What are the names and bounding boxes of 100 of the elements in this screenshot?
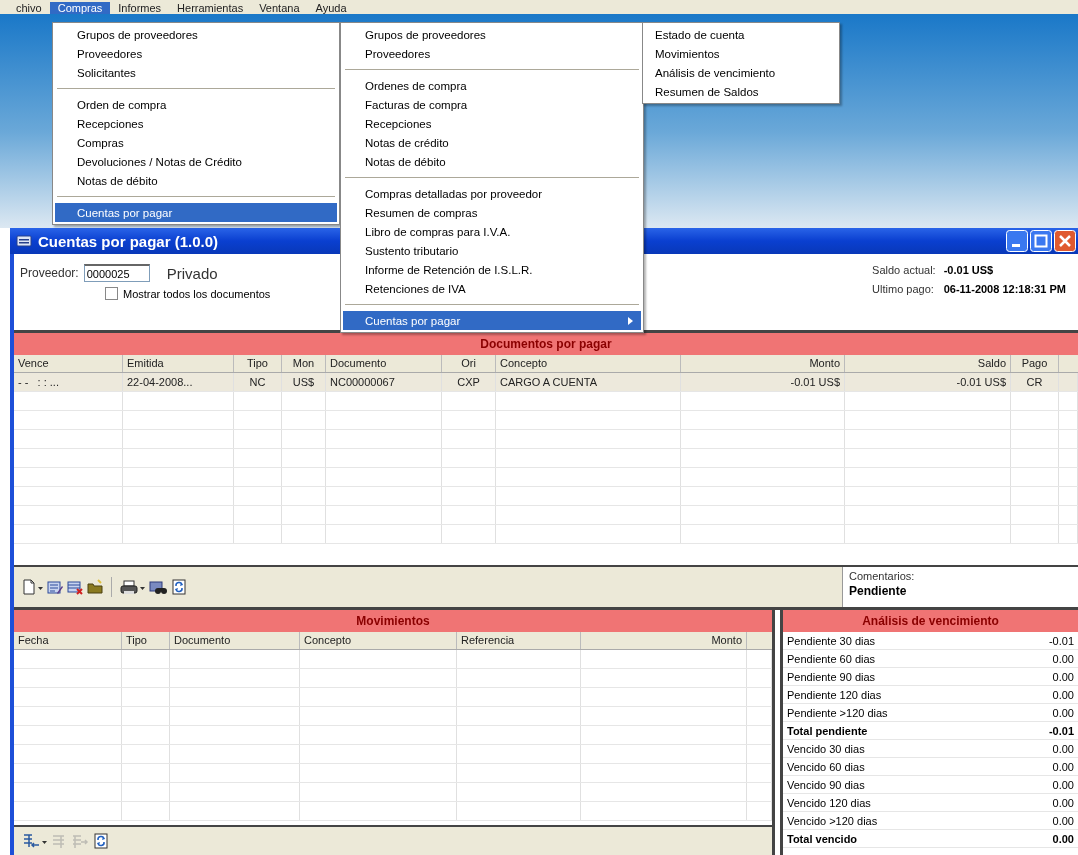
comments-label: Comentarios: — [849, 570, 916, 582]
menu-item[interactable]: Resumen de compras — [343, 203, 641, 222]
aging-label: Vencido 90 dias — [787, 778, 865, 793]
new-document-icon[interactable] — [22, 579, 43, 595]
menu-item[interactable]: Compras — [55, 133, 337, 152]
aging-label: Total vencido — [787, 832, 858, 847]
panel-header: Movimientos — [14, 610, 772, 632]
menu-item[interactable]: Devoluciones / Notas de Crédito — [55, 152, 337, 171]
column-header[interactable]: Saldo — [845, 355, 1011, 372]
field-label: Ultimo pago: — [872, 283, 935, 295]
panel-header: Análisis de vencimiento — [783, 610, 1078, 632]
menu-item[interactable]: Informe de Retención de I.S.L.R. — [343, 260, 641, 279]
column-header[interactable]: Emitida — [123, 355, 234, 372]
submenu-arrow-icon — [628, 316, 633, 325]
column-header[interactable]: Concepto — [300, 632, 457, 649]
refresh-icon[interactable] — [171, 579, 187, 595]
aging-label: Vencido 30 dias — [787, 742, 865, 757]
menu-item[interactable]: Solicitantes — [55, 63, 337, 82]
aging-label: Pendiente 60 dias — [787, 652, 876, 667]
table-row[interactable]: - - : : ... 22-04-2008... NC US$ NC00000067 CXP CARGO A CUENTA -0.01 US$ -0.01 US$ CR — [14, 373, 1078, 392]
menu-bar-item[interactable]: Informes — [110, 2, 170, 14]
menu-item[interactable]: Resumen de Saldos — [645, 82, 837, 101]
menu-item[interactable]: Estado de cuenta — [645, 25, 837, 44]
list-arrow-icon[interactable] — [22, 833, 47, 849]
maximize-button[interactable] — [1030, 230, 1052, 252]
menu-bar-item[interactable]: Herramientas — [169, 2, 252, 14]
record-delete-icon[interactable] — [67, 579, 83, 595]
aging-value: 0.00 — [1052, 688, 1074, 703]
column-header[interactable]: Fecha — [14, 632, 122, 649]
menu-item[interactable]: Libro de compras para I.V.A. — [343, 222, 641, 241]
column-header[interactable]: Documento — [326, 355, 442, 372]
table-cell: NC00000067 — [326, 373, 442, 391]
column-header[interactable]: Vence — [14, 355, 123, 372]
field-label: Proveedor: — [20, 266, 79, 280]
aging-value: 0.00 — [1052, 670, 1074, 685]
aging-value: 0.00 — [1052, 742, 1074, 757]
menu-bar-item[interactable]: Ayuda — [307, 2, 355, 14]
checkbox[interactable] — [105, 287, 118, 300]
window-title: Cuentas por pagar (1.0.0) — [38, 232, 219, 250]
column-header[interactable]: Tipo — [234, 355, 282, 372]
menu-bar-item[interactable]: Ventana — [251, 2, 308, 14]
window-icon — [16, 235, 32, 247]
menu-item[interactable]: Compras detalladas por proveedor — [343, 184, 641, 203]
menu-item[interactable]: Recepciones — [55, 114, 337, 133]
menu-item[interactable]: Orden de compra — [55, 95, 337, 114]
menu-item[interactable]: Grupos de proveedores — [55, 25, 337, 44]
column-header[interactable]: Concepto — [496, 355, 681, 372]
form-edit-icon[interactable] — [47, 579, 63, 595]
refresh-icon[interactable] — [93, 833, 109, 849]
table-cell: CR — [1011, 373, 1059, 391]
aging-label: Pendiente 30 dias — [787, 634, 876, 649]
close-button[interactable] — [1054, 230, 1076, 252]
aging-label: Pendiente >120 dias — [787, 706, 888, 721]
menu-item[interactable]: Notas de crédito — [343, 133, 641, 152]
menu-item[interactable]: Notas de débito — [55, 171, 337, 190]
menu-item[interactable]: Proveedores — [343, 44, 641, 63]
column-header[interactable]: Monto — [581, 632, 747, 649]
menu-item[interactable]: Movimientos — [645, 44, 837, 63]
menu-item[interactable]: Cuentas por pagar — [55, 203, 337, 222]
column-header[interactable]: Ori — [442, 355, 496, 372]
column-header[interactable]: Referencia — [457, 632, 581, 649]
column-header[interactable]: Tipo — [122, 632, 170, 649]
aging-label: Vencido 120 dias — [787, 796, 871, 811]
menu-item[interactable]: Cuentas por pagar — [343, 311, 641, 330]
folder-icon[interactable] — [87, 579, 103, 595]
menu-item[interactable]: Facturas de compra — [343, 95, 641, 114]
aging-label: Total pendiente — [787, 724, 868, 739]
menu-item[interactable]: Proveedores — [55, 44, 337, 63]
menu-item[interactable]: Sustento tributario — [343, 241, 641, 260]
balance-value: -0.01 US$ — [943, 264, 995, 276]
column-header[interactable]: Documento — [170, 632, 300, 649]
column-header[interactable]: Monto — [681, 355, 845, 372]
column-header[interactable]: Pago — [1011, 355, 1059, 372]
menu-item[interactable]: Notas de débito — [343, 152, 641, 171]
aging-value: 0.00 — [1052, 796, 1074, 811]
aging-label: Pendiente 120 dias — [787, 688, 882, 703]
table-cell: 22-04-2008... — [123, 373, 234, 391]
aging-value: 0.00 — [1052, 778, 1074, 793]
checkbox-label[interactable]: Mostrar todos los documentos — [123, 287, 271, 300]
menu-item[interactable]: Ordenes de compra — [343, 76, 641, 95]
printer-icon[interactable] — [120, 579, 145, 595]
aging-value: 0.00 — [1052, 706, 1074, 721]
binoculars-icon[interactable] — [149, 579, 167, 595]
menu-item[interactable]: Análisis de vencimiento — [645, 63, 837, 82]
aging-value: 0.00 — [1052, 832, 1074, 847]
table-cell: -0.01 US$ — [681, 373, 845, 391]
menu-item[interactable]: Retenciones de IVA — [343, 279, 641, 298]
menu-item[interactable]: Recepciones — [343, 114, 641, 133]
last-payment-value: 06-11-2008 12:18:31 PM — [943, 283, 1066, 295]
aging-value: 0.00 — [1052, 760, 1074, 775]
menu-bar-item[interactable]: Compras — [49, 2, 111, 14]
column-header[interactable]: Mon — [282, 355, 326, 372]
field-label: Saldo actual: — [872, 264, 936, 276]
menu-bar-item[interactable]: chivo — [8, 2, 50, 14]
supplier-input[interactable]: 0000025 — [83, 264, 150, 282]
minimize-button[interactable] — [1006, 230, 1028, 252]
menu-item[interactable]: Grupos de proveedores — [343, 25, 641, 44]
aging-label: Vencido >120 dias — [787, 814, 878, 829]
table-cell: NC — [234, 373, 282, 391]
aging-value: -0.01 — [1048, 634, 1074, 649]
